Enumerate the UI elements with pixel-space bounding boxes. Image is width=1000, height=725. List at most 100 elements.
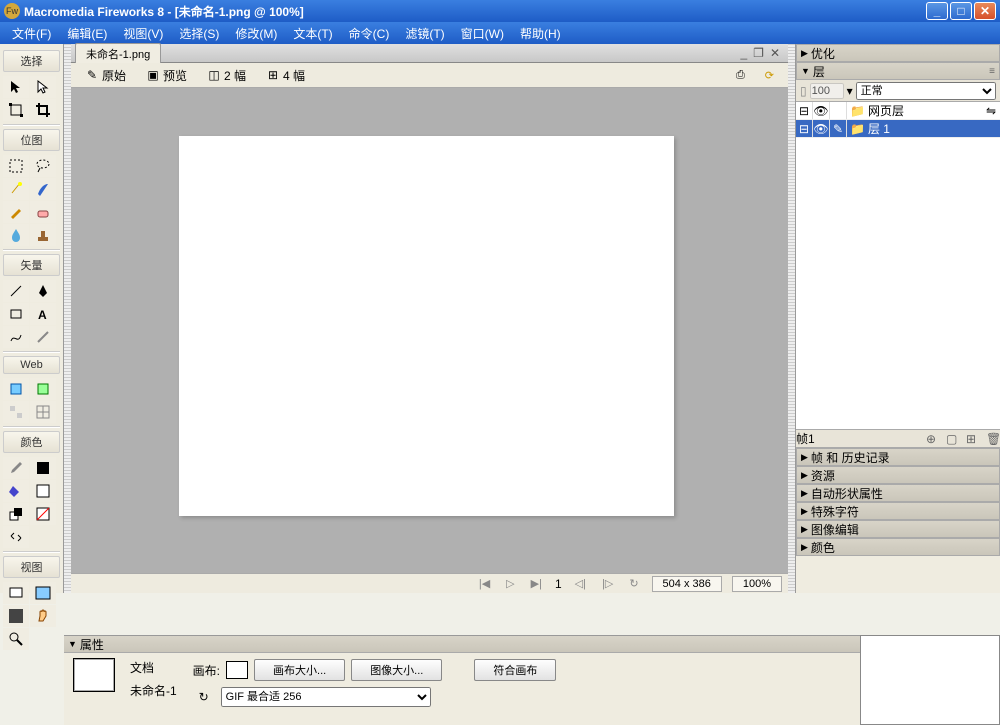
view-original-button[interactable]: ✎原始 <box>77 65 134 86</box>
line-tool[interactable] <box>3 280 29 302</box>
rectangle-tool[interactable] <box>3 303 29 325</box>
doc-restore-icon[interactable]: ❐ <box>753 46 764 60</box>
image-size-button[interactable]: 图像大小... <box>351 659 442 681</box>
play-icon[interactable]: ▷ <box>503 577 517 590</box>
loop-icon[interactable]: ↻ <box>626 577 641 590</box>
next-icon[interactable]: |▷ <box>599 577 616 590</box>
layer-row-1[interactable]: ⊟ 👁 ✎ 📁 层 1 <box>796 120 1000 138</box>
panel-image-edit[interactable]: ▶图像编辑 <box>796 520 1000 538</box>
pen-tool[interactable] <box>30 280 56 302</box>
quick-export-icon[interactable]: ⟳ <box>757 67 782 84</box>
zoom-level[interactable]: 100% <box>732 576 782 592</box>
canvas-viewport[interactable] <box>71 88 788 573</box>
subselect-tool[interactable] <box>30 76 56 98</box>
expand-toggle-icon[interactable]: ⊟ <box>796 102 813 119</box>
toolbox-resize-grip[interactable] <box>64 44 71 593</box>
panel-autoshape[interactable]: ▶自动形状属性 <box>796 484 1000 502</box>
full-screen-menus[interactable] <box>30 582 56 604</box>
visibility-icon[interactable]: 👁 <box>813 102 830 119</box>
crop-tool[interactable] <box>30 99 56 121</box>
panel-layers[interactable]: ▼层≡ <box>796 62 1000 80</box>
pencil-tool[interactable] <box>3 201 29 223</box>
visibility-icon[interactable]: 👁 <box>813 120 830 137</box>
standard-screen[interactable] <box>3 582 29 604</box>
app-icon: Fw <box>4 3 20 19</box>
menu-file[interactable]: 文件(F) <box>4 23 59 44</box>
pointer-tool[interactable] <box>3 76 29 98</box>
canvas-size-button[interactable]: 画布大小... <box>254 659 345 681</box>
panel-optimize[interactable]: ▶优化 <box>796 44 1000 62</box>
canvas-color-swatch[interactable] <box>226 661 248 679</box>
optimize-select[interactable]: GIF 最合适 256 <box>221 687 431 707</box>
first-frame-icon[interactable]: |◀ <box>476 577 493 590</box>
zoom-tool[interactable] <box>3 628 29 650</box>
loop-icon[interactable]: ↻ <box>193 690 215 704</box>
view-preview-button[interactable]: ▣预览 <box>138 65 195 86</box>
menu-view[interactable]: 视图(V) <box>115 23 171 44</box>
export-icon[interactable]: ⎙ <box>728 67 753 84</box>
slice-tool[interactable] <box>30 378 56 400</box>
panel-menu-icon[interactable]: ≡ <box>989 66 995 77</box>
freeform-tool[interactable] <box>3 326 29 348</box>
edit-icon[interactable]: ✎ <box>830 120 847 137</box>
brush-tool[interactable] <box>30 178 56 200</box>
doc-minimize-icon[interactable]: _ <box>740 46 747 60</box>
blend-mode-select[interactable]: 正常 <box>856 82 996 100</box>
panel-frames-history[interactable]: ▶帧 和 历史记录 <box>796 448 1000 466</box>
maximize-button[interactable]: □ <box>950 2 972 20</box>
fill-color[interactable] <box>30 480 56 502</box>
lasso-tool[interactable] <box>30 155 56 177</box>
view-2up-button[interactable]: ◫2 幅 <box>199 65 254 86</box>
panel-color[interactable]: ▶颜色 <box>796 538 1000 556</box>
panel-special-chars[interactable]: ▶特殊字符 <box>796 502 1000 520</box>
full-screen[interactable] <box>3 605 29 627</box>
menu-text[interactable]: 文本(T) <box>285 23 340 44</box>
menu-commands[interactable]: 命令(C) <box>341 23 398 44</box>
minimize-button[interactable]: _ <box>926 2 948 20</box>
swap-colors[interactable] <box>3 526 29 548</box>
view-4up-button[interactable]: ⊞4 幅 <box>258 65 313 86</box>
expand-toggle-icon[interactable]: ⊟ <box>796 120 813 137</box>
fit-canvas-button[interactable]: 符合画布 <box>474 659 556 681</box>
magic-wand-tool[interactable] <box>3 178 29 200</box>
share-icon[interactable]: ⇋ <box>986 104 1000 118</box>
panels-resize-grip[interactable] <box>788 44 795 593</box>
opacity-arrow-icon[interactable]: ▾ <box>847 84 853 98</box>
menu-help[interactable]: 帮助(H) <box>512 23 569 44</box>
layer-row-web[interactable]: ⊟ 👁 📁 网页层 ⇋ <box>796 102 1000 120</box>
stamp-tool[interactable] <box>30 224 56 246</box>
stroke-color[interactable] <box>30 457 56 479</box>
menu-modify[interactable]: 修改(M) <box>227 23 285 44</box>
knife-tool[interactable] <box>30 326 56 348</box>
canvas[interactable] <box>179 136 674 516</box>
new-sublayer-icon[interactable]: ⊕ <box>926 432 940 446</box>
last-frame-icon[interactable]: ▶| <box>528 577 545 590</box>
hotspot-tool[interactable] <box>3 378 29 400</box>
prev-icon[interactable]: ◁| <box>572 577 589 590</box>
menu-select[interactable]: 选择(S) <box>171 23 227 44</box>
scale-tool[interactable] <box>3 99 29 121</box>
menu-filters[interactable]: 滤镜(T) <box>397 23 452 44</box>
document-tab[interactable]: 未命名-1.png <box>75 43 161 64</box>
marquee-tool[interactable] <box>3 155 29 177</box>
opacity-input[interactable] <box>810 83 844 99</box>
new-bitmap-icon[interactable]: ▢ <box>946 432 960 446</box>
eyedropper-tool[interactable] <box>3 457 29 479</box>
menu-window[interactable]: 窗口(W) <box>453 23 512 44</box>
default-colors[interactable] <box>3 503 29 525</box>
hide-slice-tool[interactable] <box>3 401 29 423</box>
no-color[interactable] <box>30 503 56 525</box>
bucket-tool[interactable] <box>3 480 29 502</box>
text-tool[interactable]: A <box>30 303 56 325</box>
new-layer-icon[interactable]: ⊞ <box>966 432 980 446</box>
delete-layer-icon[interactable]: 🗑 <box>986 432 1000 446</box>
hand-tool[interactable] <box>30 605 56 627</box>
lock-icon[interactable]: ▯ <box>800 84 807 98</box>
panel-resources[interactable]: ▶资源 <box>796 466 1000 484</box>
doc-close-icon[interactable]: ✕ <box>770 46 780 60</box>
eraser-tool[interactable] <box>30 201 56 223</box>
close-button[interactable]: ✕ <box>974 2 996 20</box>
blur-tool[interactable] <box>3 224 29 246</box>
show-slice-tool[interactable] <box>30 401 56 423</box>
menu-edit[interactable]: 编辑(E) <box>59 23 115 44</box>
